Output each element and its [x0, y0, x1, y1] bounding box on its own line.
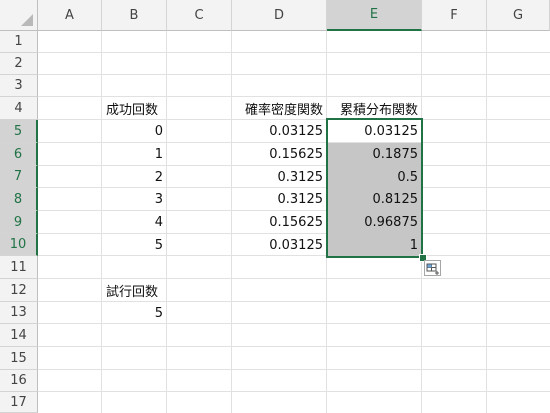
row-header-14[interactable]: 14 — [0, 324, 38, 347]
row-header-4[interactable]: 4 — [0, 97, 38, 120]
gridline — [38, 391, 550, 392]
quick-analysis-button[interactable] — [424, 260, 441, 276]
cell-b5[interactable]: 0 — [102, 120, 167, 143]
gridline — [38, 346, 550, 347]
row-header-13[interactable]: 13 — [0, 302, 38, 324]
cell-e4[interactable]: 累積分布関数 — [327, 97, 422, 120]
row-header-10[interactable]: 10 — [0, 234, 38, 256]
row-header-12[interactable]: 12 — [0, 279, 38, 302]
column-header-d[interactable]: D — [232, 0, 327, 31]
cell-d10[interactable]: 0.03125 — [232, 234, 327, 256]
row-header-5[interactable]: 5 — [0, 120, 38, 143]
quick-analysis-icon — [426, 263, 439, 275]
gridline — [486, 31, 487, 413]
column-header-f[interactable]: F — [422, 0, 487, 31]
row-header-16[interactable]: 16 — [0, 370, 38, 392]
column-header-b[interactable]: B — [102, 0, 167, 31]
cell-d6[interactable]: 0.15625 — [232, 143, 327, 166]
cell-b4[interactable]: 成功回数 — [102, 97, 212, 120]
cell-b13[interactable]: 5 — [102, 302, 167, 324]
cell-b8[interactable]: 3 — [102, 188, 167, 211]
row-header-9[interactable]: 9 — [0, 211, 38, 234]
cell-d9[interactable]: 0.15625 — [232, 211, 327, 234]
row-header-3[interactable]: 3 — [0, 75, 38, 97]
gridline — [38, 369, 550, 370]
cell-d7[interactable]: 0.3125 — [232, 166, 327, 188]
row-header-15[interactable]: 15 — [0, 347, 38, 370]
cell-b10[interactable]: 5 — [102, 234, 167, 256]
cell-b9[interactable]: 4 — [102, 211, 167, 234]
column-header-g[interactable]: G — [487, 0, 550, 31]
cell-d4[interactable]: 確率密度関数 — [232, 97, 327, 120]
selection-border — [326, 118, 423, 258]
row-header-1[interactable]: 1 — [0, 31, 38, 53]
column-header-e[interactable]: E — [327, 0, 422, 31]
select-all-triangle-icon — [21, 14, 33, 26]
cell-b7[interactable]: 2 — [102, 166, 167, 188]
cell-d5[interactable]: 0.03125 — [232, 120, 327, 143]
cell-b12[interactable]: 試行回数 — [102, 279, 212, 302]
row-header-6[interactable]: 6 — [0, 143, 38, 166]
select-all-button[interactable] — [0, 0, 38, 31]
row-header-2[interactable]: 2 — [0, 53, 38, 75]
column-header-c[interactable]: C — [167, 0, 232, 31]
cell-d8[interactable]: 0.3125 — [232, 188, 327, 211]
row-header-7[interactable]: 7 — [0, 166, 38, 188]
row-header-11[interactable]: 11 — [0, 256, 38, 279]
gridline — [38, 74, 550, 75]
cell-b6[interactable]: 1 — [102, 143, 167, 166]
row-header-17[interactable]: 17 — [0, 392, 38, 413]
row-header-8[interactable]: 8 — [0, 188, 38, 211]
gridline — [38, 52, 550, 53]
spreadsheet-grid[interactable]: A B C D E F G 1 2 3 4 5 6 7 8 9 10 11 12… — [0, 0, 550, 413]
column-header-a[interactable]: A — [38, 0, 102, 31]
